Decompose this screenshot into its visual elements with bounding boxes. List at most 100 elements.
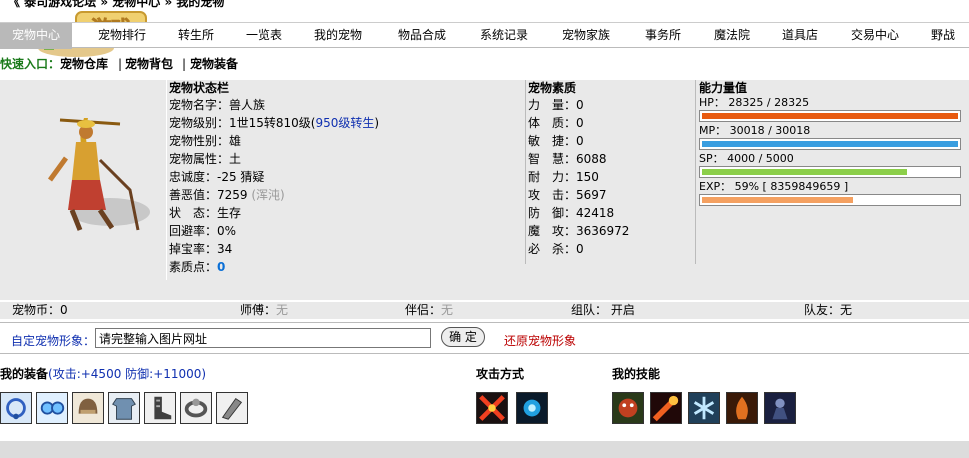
goggles-icon[interactable] bbox=[36, 392, 68, 424]
equipment-header: 我的装备(攻击:+4500 防御:+11000) bbox=[0, 365, 206, 382]
swirl-icon[interactable] bbox=[516, 392, 548, 424]
pet-info-panel: 宠物状态栏 宠物名字：兽人族 宠物级别：1世15转810级(950级转生) 宠物… bbox=[0, 80, 969, 300]
ability-section: 能力量值 HP： 28325 / 28325 MP： 30018 / 30018… bbox=[697, 80, 969, 219]
nav-item-magic-academy[interactable]: 魔法院 bbox=[702, 23, 762, 49]
pet-coins: 宠物币：0 bbox=[12, 303, 68, 317]
separator: | bbox=[118, 57, 123, 71]
pet-karma: 善恶值：7259 (浑沌) bbox=[167, 186, 524, 204]
partner-label: 伴侣： bbox=[405, 303, 442, 317]
quick-entry-bar: 快速入口： 宠物仓库 | 宠物背包 | 宠物装备 bbox=[0, 52, 969, 76]
quality-endurance: 耐 力：150 bbox=[528, 170, 599, 184]
mp-bar-fill bbox=[702, 141, 958, 147]
dark-knight-skill-icon[interactable] bbox=[764, 392, 796, 424]
restore-avatar-link[interactable]: 还原宠物形象 bbox=[504, 332, 576, 349]
custom-avatar-form: 自定宠物形象： 确 定 还原宠物形象 bbox=[0, 322, 969, 354]
sp-label: SP： 4000 / 5000 bbox=[699, 152, 794, 165]
pet-points-value: 0 bbox=[217, 260, 226, 274]
custom-avatar-label: 自定宠物形象： bbox=[11, 334, 96, 348]
status-title: 宠物状态栏 bbox=[169, 81, 230, 95]
fireball-skill-icon[interactable] bbox=[650, 392, 682, 424]
nav-item-field-battle[interactable]: 野战 bbox=[918, 23, 968, 49]
beast-skill-icon[interactable] bbox=[612, 392, 644, 424]
teammate: 队友：无 bbox=[804, 303, 853, 317]
necklace-icon[interactable] bbox=[0, 392, 32, 424]
attack-title: 攻击方式 bbox=[476, 367, 525, 381]
pet-name: 宠物名字：兽人族 bbox=[169, 98, 266, 112]
hp-bar bbox=[699, 110, 961, 122]
pet-attribute: 宠物属性：土 bbox=[169, 152, 242, 166]
nav-item-pet-ranking[interactable]: 宠物排行 bbox=[86, 23, 158, 49]
sp-bar bbox=[699, 166, 961, 178]
quality-critical: 必 杀：0 bbox=[528, 242, 584, 256]
main-nav: 宠物中心 宠物排行 转生所 一览表 我的宠物 物品合成 系统记录 宠物家族 事务… bbox=[0, 22, 969, 49]
flame-skill-icon[interactable] bbox=[726, 392, 758, 424]
nav-item-item-synthesis[interactable]: 物品合成 bbox=[387, 23, 457, 49]
sp-bar-fill bbox=[702, 169, 907, 175]
status-section: 宠物状态栏 宠物名字：兽人族 宠物级别：1世15转810级(950级转生) 宠物… bbox=[166, 80, 524, 280]
armor-icon[interactable] bbox=[108, 392, 140, 424]
pet-state: 状 态：生存 bbox=[169, 206, 242, 220]
master-label: 师傅： bbox=[240, 303, 277, 317]
pet-level: 宠物级别：1世15转810级(950级转生) bbox=[167, 114, 524, 132]
nav-item-overview[interactable]: 一览表 bbox=[234, 23, 294, 49]
quality-defense: 防 御：42418 bbox=[528, 206, 615, 220]
equipment-title: 我的装备 bbox=[0, 367, 49, 381]
nav-item-office[interactable]: 事务所 bbox=[633, 23, 693, 49]
nav-item-pet-family[interactable]: 宠物家族 bbox=[551, 23, 621, 49]
quality-agility: 敏 捷：0 bbox=[528, 134, 584, 148]
partner-value: 无 bbox=[441, 303, 454, 317]
pet-level-suffix: ) bbox=[374, 116, 380, 130]
quick-link-warehouse[interactable]: 宠物仓库 bbox=[60, 52, 108, 76]
frost-skill-icon[interactable] bbox=[688, 392, 720, 424]
pet-points: 素质点：0 bbox=[167, 258, 524, 276]
mp-bar bbox=[699, 138, 961, 150]
nav-item-item-shop[interactable]: 道具店 bbox=[770, 23, 830, 49]
quick-link-equipment[interactable]: 宠物装备 bbox=[190, 52, 238, 76]
attack-icons bbox=[476, 392, 556, 428]
quick-entry-label: 快速入口： bbox=[0, 57, 61, 71]
nav-item-trade-center[interactable]: 交易中心 bbox=[840, 23, 910, 49]
helmet-icon[interactable] bbox=[72, 392, 104, 424]
mp-label: MP： 30018 / 30018 bbox=[699, 124, 811, 137]
pet-drop-rate: 掉宝率：34 bbox=[169, 242, 233, 256]
pet-karma-tag: (浑沌) bbox=[251, 188, 285, 202]
quality-magic-attack: 魔 攻：3636972 bbox=[528, 224, 630, 238]
quality-attack: 攻 击：5697 bbox=[528, 188, 607, 202]
pet-avatar bbox=[0, 80, 166, 300]
footer-bar bbox=[0, 441, 969, 458]
exp-bar-fill bbox=[702, 197, 854, 203]
skill-icons bbox=[612, 392, 812, 428]
avatar-url-input[interactable] bbox=[95, 328, 431, 348]
skills-title: 我的技能 bbox=[612, 367, 661, 381]
quality-section: 宠物素质 力 量：0 体 质：0 敏 捷：0 智 慧：6088 耐 力：150 … bbox=[525, 80, 696, 264]
pet-level-prefix: 宠物级别：1世15转810级( bbox=[169, 116, 316, 130]
quality-constitution: 体 质：0 bbox=[528, 116, 584, 130]
quality-wisdom: 智 慧：6088 bbox=[528, 152, 607, 166]
equipment-icons bbox=[0, 392, 260, 428]
exp-bar bbox=[699, 194, 961, 206]
pet-karma-value: 善恶值：7259 bbox=[169, 188, 252, 202]
ring-icon[interactable] bbox=[180, 392, 212, 424]
pet-evade: 回避率：0% bbox=[169, 224, 237, 238]
gauntlet-icon[interactable] bbox=[216, 392, 248, 424]
quality-strength: 力 量：0 bbox=[528, 98, 584, 112]
pet-points-label: 素质点： bbox=[169, 260, 218, 274]
confirm-button[interactable]: 确 定 bbox=[441, 327, 485, 347]
relation-row: 宠物币：0 师傅： 无 伴侣： 无 组队： 开启 队友：无 bbox=[0, 302, 969, 319]
nav-item-rebirth[interactable]: 转生所 bbox=[166, 23, 226, 49]
quality-title: 宠物素质 bbox=[528, 81, 577, 95]
fire-cross-icon[interactable] bbox=[476, 392, 508, 424]
ability-title: 能力量值 bbox=[699, 81, 748, 95]
nav-item-pet-center[interactable]: 宠物中心 bbox=[0, 23, 72, 49]
pet-loyalty: 忠诚度：-25 猜疑 bbox=[169, 170, 265, 184]
page: 《 泰司游戏论坛 » 宠物中心 » 我的宠物 游戏 宠物中心 宠物排行 转生所 … bbox=[0, 0, 969, 458]
nav-item-system-log[interactable]: 系统记录 bbox=[469, 23, 539, 49]
equipment-stats: (攻击:+4500 防御:+11000) bbox=[48, 367, 207, 381]
separator: | bbox=[182, 57, 187, 71]
rebirth-level-link[interactable]: 950级转生 bbox=[316, 116, 375, 130]
quick-link-backpack[interactable]: 宠物背包 bbox=[125, 52, 173, 76]
hp-bar-fill bbox=[702, 113, 958, 119]
team-status: 组队： 开启 bbox=[571, 303, 635, 317]
nav-item-my-pets[interactable]: 我的宠物 bbox=[305, 23, 371, 49]
boots-icon[interactable] bbox=[144, 392, 176, 424]
